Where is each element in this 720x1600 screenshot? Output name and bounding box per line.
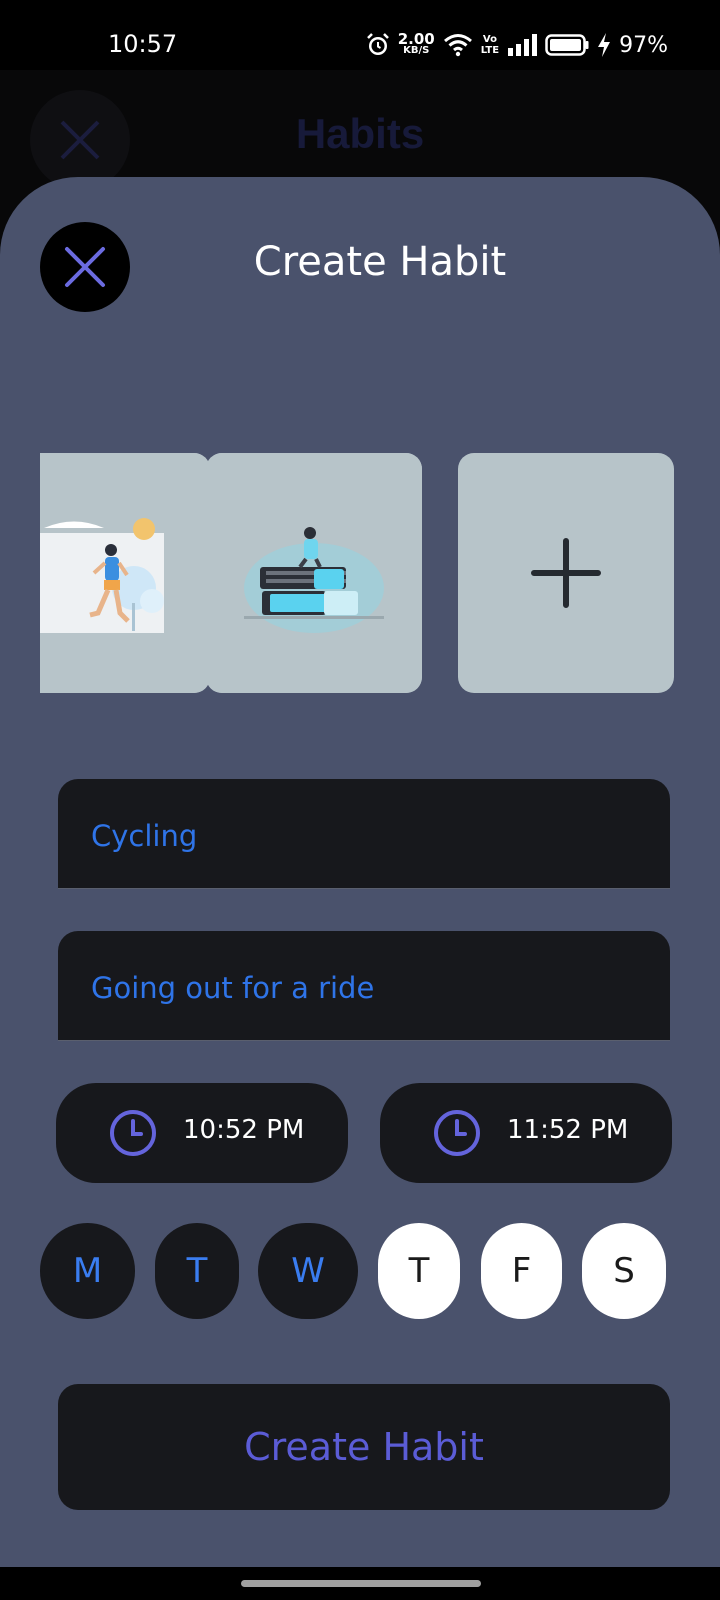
end-time-button[interactable]: 11:52 PM	[380, 1083, 672, 1183]
habit-name-field[interactable]: Cycling	[58, 779, 670, 889]
day-wednesday[interactable]: W	[258, 1223, 358, 1319]
background-title: Habits	[295, 110, 425, 157]
alarm-icon	[366, 32, 390, 58]
status-time: 10:57	[108, 30, 178, 58]
habit-image-carousel[interactable]	[40, 453, 680, 693]
start-time-button[interactable]: 10:52 PM	[56, 1083, 348, 1183]
volte-bottom: LTE	[480, 45, 500, 56]
end-time-label: 11:52 PM	[507, 1115, 629, 1145]
signal-icon	[507, 34, 538, 56]
home-indicator[interactable]	[241, 1580, 481, 1587]
image-card-running[interactable]	[40, 453, 210, 693]
habit-name-value: Cycling	[91, 819, 198, 853]
net-speed: 2.00 KB/S	[397, 30, 435, 57]
habit-description-field[interactable]: Going out for a ride	[58, 931, 670, 1041]
reading-books-illustration	[206, 453, 422, 693]
field-underline	[58, 888, 670, 889]
create-habit-sheet: Create Habit Cycling Going out for a rid…	[0, 177, 720, 1567]
day-thursday[interactable]: T	[378, 1223, 460, 1319]
wifi-icon	[443, 33, 473, 57]
charging-icon	[597, 33, 611, 57]
navigation-bar	[0, 1567, 720, 1600]
add-image-button[interactable]	[458, 453, 674, 693]
sheet-title: Create Habit	[253, 239, 507, 285]
create-habit-button[interactable]: Create Habit	[58, 1384, 670, 1510]
status-bar: 10:57 2.00 KB/S Vo LTE 97%	[0, 0, 720, 70]
volte-indicator: Vo LTE	[481, 34, 499, 56]
habit-description-value: Going out for a ride	[91, 971, 375, 1005]
battery-percent: 97%	[619, 32, 668, 58]
day-tuesday[interactable]: T	[155, 1223, 239, 1319]
field-underline	[58, 1040, 670, 1041]
day-monday[interactable]: M	[40, 1223, 135, 1319]
day-friday[interactable]: F	[481, 1223, 562, 1319]
running-illustration	[40, 453, 210, 693]
clock-icon	[434, 1110, 480, 1156]
volte-top: Vo	[482, 34, 497, 45]
net-speed-unit: KB/S	[403, 45, 430, 56]
status-icons: 2.00 KB/S Vo LTE 97%	[366, 30, 668, 60]
net-speed-value: 2.00	[397, 30, 435, 48]
clock-icon	[110, 1110, 156, 1156]
image-card-reading[interactable]	[206, 453, 422, 693]
add-image-icon	[531, 538, 601, 608]
start-time-label: 10:52 PM	[183, 1115, 305, 1145]
battery-icon	[545, 34, 589, 56]
day-saturday[interactable]: S	[582, 1223, 666, 1319]
